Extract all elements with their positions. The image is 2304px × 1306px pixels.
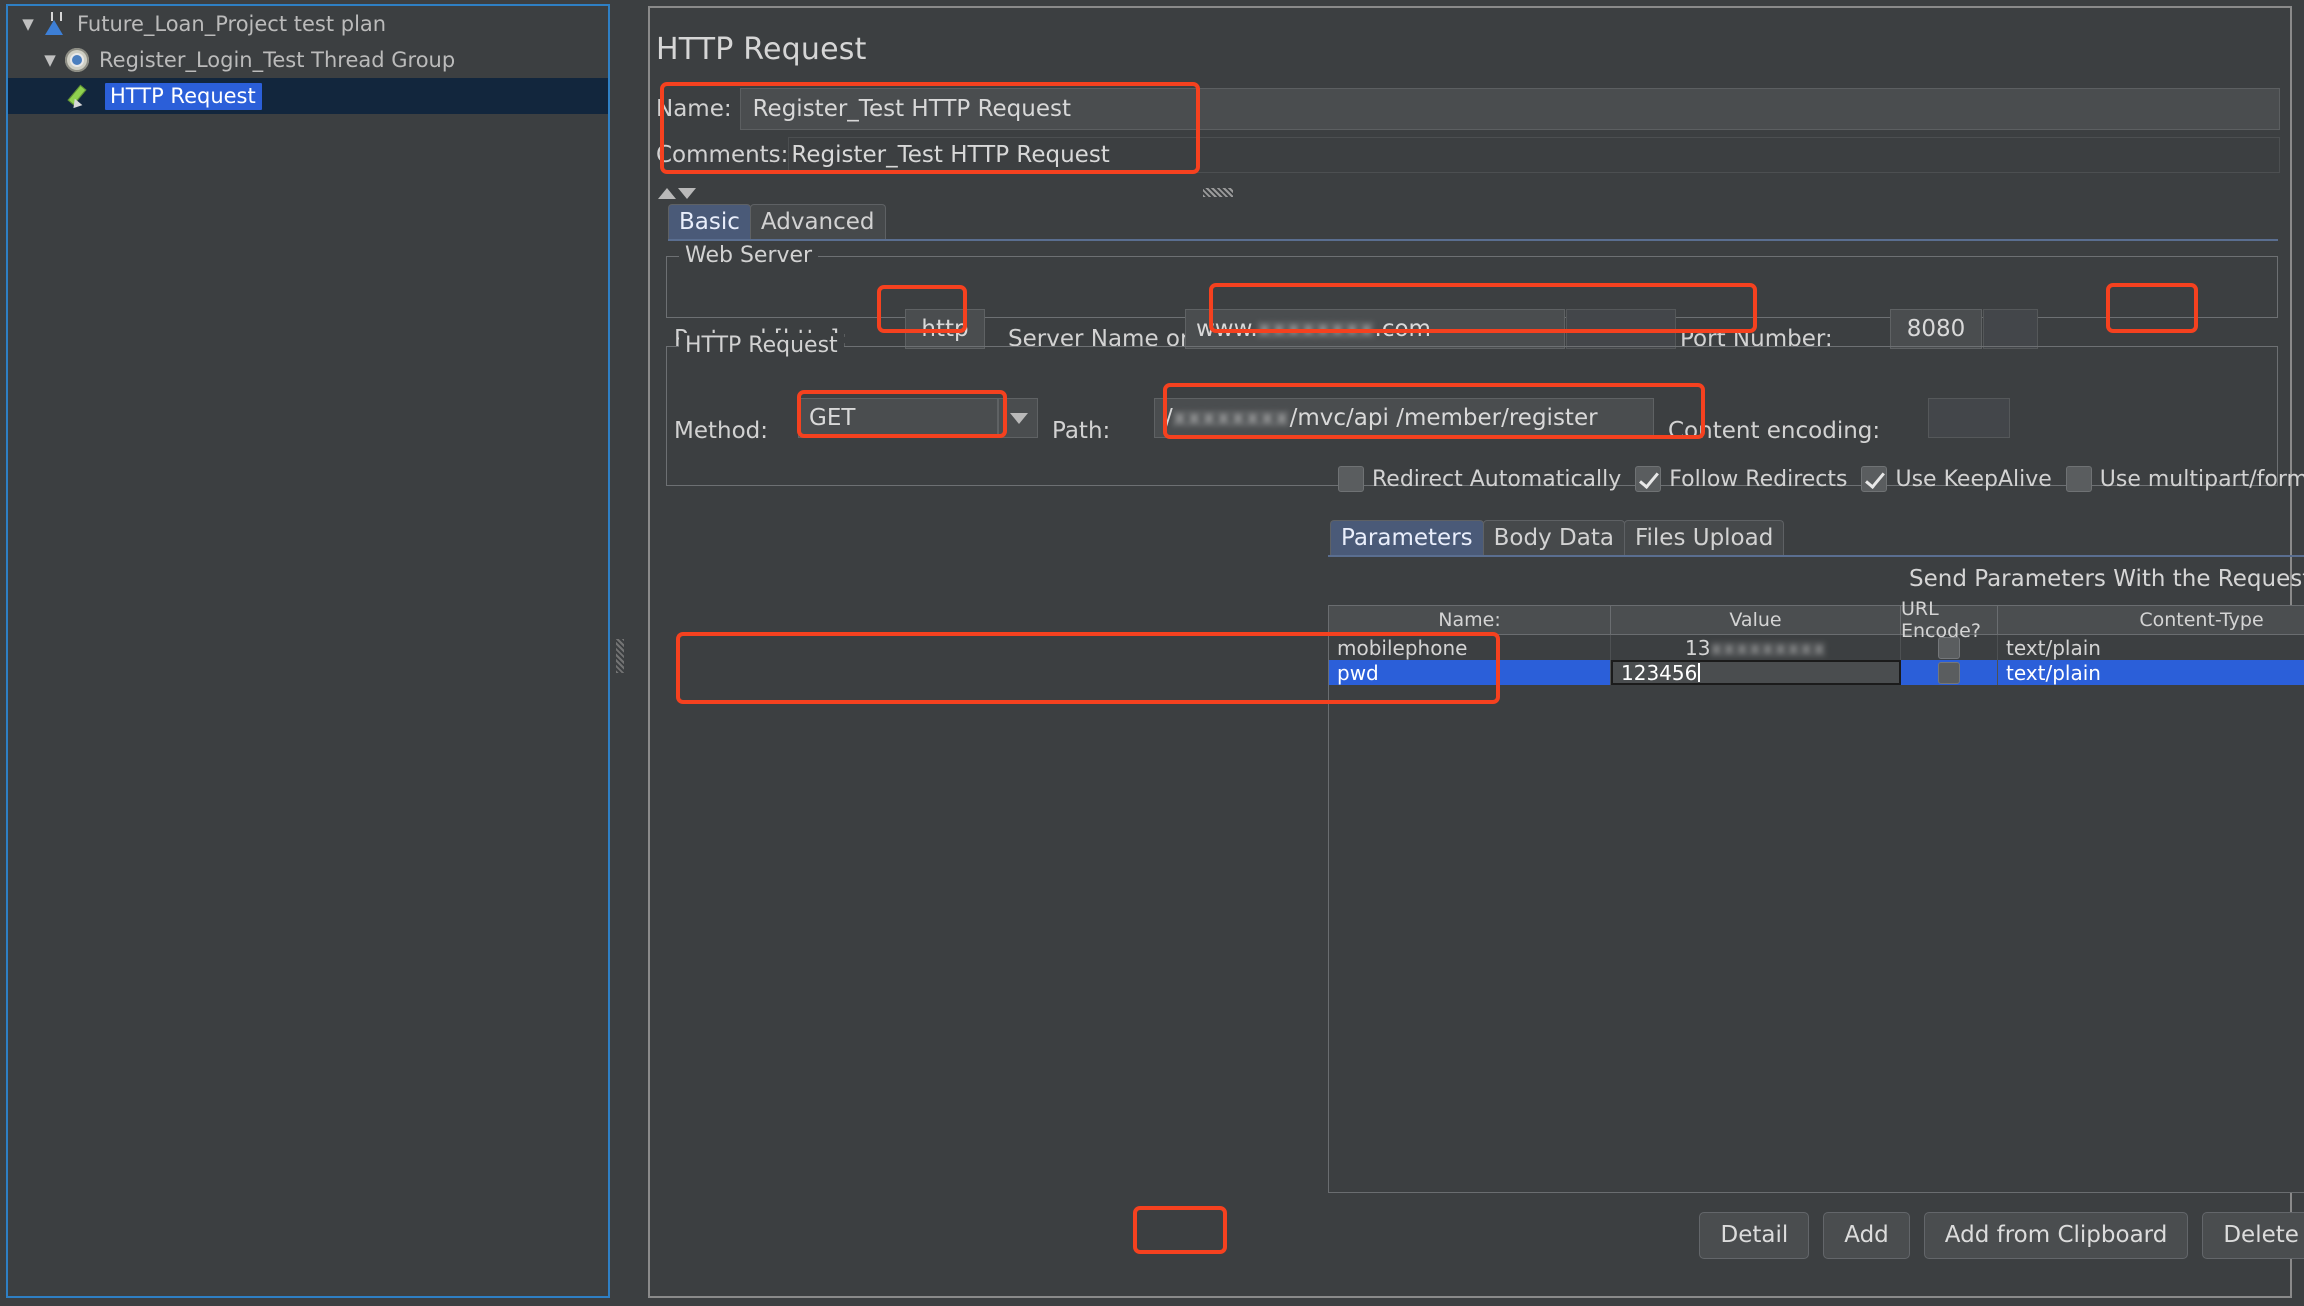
cell-content-type[interactable]: text/plain: [1998, 660, 2304, 685]
checkbox-label: Use multipart/form-data: [2099, 466, 2304, 492]
delete-button[interactable]: Delete: [2202, 1211, 2304, 1259]
cell-content-type[interactable]: text/plain: [1998, 635, 2304, 660]
content-encoding-input[interactable]: [1928, 398, 2010, 438]
chevron-down-icon[interactable]: ▼: [16, 16, 40, 32]
column-header-content-type[interactable]: Content-Type: [1998, 606, 2304, 634]
chevron-down-icon: [1010, 412, 1028, 424]
add-button[interactable]: Add: [1823, 1211, 1910, 1259]
http-request-group-title: HTTP Request: [679, 333, 844, 358]
gear-icon: [62, 45, 92, 75]
path-input[interactable]: / xxxxxxxx /mvc/api /member/register: [1154, 398, 1654, 438]
checkbox-use-multipart-form-data[interactable]: [2065, 466, 2092, 492]
path-label: Path:: [1052, 418, 1111, 444]
cell-url-encode[interactable]: [1901, 660, 1998, 685]
server-name-redacted: xxxxxxxx: [1257, 316, 1375, 342]
path-label-row: Path:: [1052, 418, 1110, 444]
port-spacer-field[interactable]: [1983, 309, 2038, 349]
checkbox-label: Follow Redirects: [1669, 466, 1848, 492]
tree-node-test-plan[interactable]: ▼ Future_Loan_Project test plan: [8, 6, 608, 42]
parameters-button-bar: Detail Add Add from Clipboard Delete Up …: [1328, 1208, 2304, 1262]
checkbox-label: Use KeepAlive: [1895, 466, 2052, 492]
name-input[interactable]: Register_Test HTTP Request: [739, 88, 2280, 130]
checkbox-use-keepalive[interactable]: [1861, 466, 1888, 492]
tabs-underline: [668, 239, 2278, 241]
column-header-name[interactable]: Name:: [1329, 606, 1611, 634]
horizontal-splitter-grip-icon[interactable]: [1203, 188, 1233, 197]
detail-button[interactable]: Detail: [1699, 1211, 1810, 1259]
add-from-clipboard-button[interactable]: Add from Clipboard: [1923, 1211, 2189, 1259]
column-header-value[interactable]: Value: [1611, 606, 1901, 634]
checkbox-follow-redirects[interactable]: [1635, 466, 1662, 492]
tree-node-label: HTTP Request: [105, 82, 262, 110]
comments-label: Comments:: [656, 142, 789, 168]
tree-node-thread-group[interactable]: ▼ Register_Login_Test Thread Group: [8, 42, 608, 78]
editor-tabs[interactable]: Basic Advanced: [668, 204, 2278, 240]
parameters-tabs-underline: [1328, 555, 2304, 557]
page-title: HTTP Request: [656, 32, 867, 67]
port-number-input[interactable]: 8080: [1890, 309, 1982, 349]
protocol-input[interactable]: http: [905, 309, 985, 349]
column-header-url-encode[interactable]: URL Encode?: [1901, 598, 1998, 642]
pencil-icon: [68, 81, 98, 111]
cell-param-name[interactable]: pwd: [1329, 660, 1611, 685]
server-name-input[interactable]: www. xxxxxxxx .com: [1185, 309, 1565, 349]
method-dropdown-button[interactable]: [998, 398, 1038, 438]
tab-parameters[interactable]: Parameters: [1330, 520, 1484, 556]
panel-splitter[interactable]: [612, 4, 628, 1298]
tree-node-label: Future_Loan_Project test plan: [77, 12, 387, 36]
cell-param-value[interactable]: 13 xxxxxxxxx: [1611, 635, 1901, 660]
request-options-row: Redirect Automatically Follow Redirects …: [1338, 466, 2304, 492]
checkbox-url-encode[interactable]: [1938, 636, 1960, 659]
table-row[interactable]: mobilephone 13 xxxxxxxxx text/plain: [1329, 635, 2304, 660]
parameters-tabs[interactable]: Parameters Body Data Files Upload: [1330, 520, 1785, 556]
cell-param-name[interactable]: mobilephone: [1329, 635, 1611, 660]
cell-param-value-editing[interactable]: 123456: [1611, 660, 1901, 685]
content-encoding-label: Content encoding:: [1668, 418, 1881, 444]
path-prefix: /: [1165, 405, 1173, 431]
arrow-down-icon[interactable]: [678, 188, 696, 199]
collapse-expand-controls[interactable]: [658, 184, 2278, 206]
server-name-spacer-field[interactable]: [1566, 309, 1676, 349]
tab-files-upload[interactable]: Files Upload: [1623, 520, 1785, 556]
tree-node-http-request[interactable]: HTTP Request: [8, 78, 608, 114]
value-redacted: xxxxxxxxx: [1710, 635, 1826, 660]
checkbox-label: Redirect Automatically: [1372, 466, 1622, 492]
web-server-group-title: Web Server: [679, 243, 819, 268]
arrow-up-icon[interactable]: [658, 188, 676, 199]
method-label: Method:: [674, 418, 769, 444]
splitter-grip-icon[interactable]: [616, 639, 624, 673]
cell-url-encode[interactable]: [1901, 635, 1998, 660]
method-combobox-value[interactable]: GET: [798, 398, 998, 438]
checkbox-url-encode[interactable]: [1938, 661, 1960, 684]
value-prefix: 13: [1685, 635, 1711, 660]
server-name-prefix: www.: [1196, 316, 1258, 342]
table-row[interactable]: pwd 123456 text/plain: [1329, 660, 2304, 685]
content-encoding-label-row: Content encoding:: [1668, 418, 1880, 444]
path-suffix: /mvc/api /member/register: [1289, 405, 1598, 431]
tree-node-label: Register_Login_Test Thread Group: [99, 48, 456, 72]
server-name-suffix: .com: [1374, 316, 1431, 342]
tab-advanced[interactable]: Advanced: [749, 204, 886, 240]
parameters-table[interactable]: Name: Value URL Encode? Content-Type Inc…: [1328, 598, 2304, 1193]
text-caret-icon: [1698, 663, 1701, 682]
method-label-row: Method:: [674, 418, 768, 444]
tab-body-data[interactable]: Body Data: [1482, 520, 1625, 556]
path-redacted: xxxxxxxx: [1172, 405, 1290, 431]
flask-icon: [40, 9, 70, 39]
test-plan-tree-panel[interactable]: ▼ Future_Loan_Project test plan ▼ Regist…: [6, 4, 610, 1298]
tab-basic[interactable]: Basic: [668, 204, 751, 240]
table-header-row: Name: Value URL Encode? Content-Type Inc…: [1329, 598, 2304, 642]
comments-row: Comments: Register_Test HTTP Request: [656, 135, 2280, 175]
name-row: Name: Register_Test HTTP Request: [656, 86, 2280, 132]
checkbox-redirect-automatically[interactable]: [1338, 466, 1364, 492]
http-request-editor-panel: HTTP Request Name: Register_Test HTTP Re…: [648, 6, 2304, 1298]
comments-input[interactable]: Register_Test HTTP Request: [788, 137, 2280, 173]
value-text: 123456: [1621, 660, 1698, 685]
send-parameters-caption: Send Parameters With the Request:: [1909, 566, 2304, 592]
name-label: Name:: [656, 96, 732, 122]
chevron-down-icon[interactable]: ▼: [38, 52, 62, 68]
